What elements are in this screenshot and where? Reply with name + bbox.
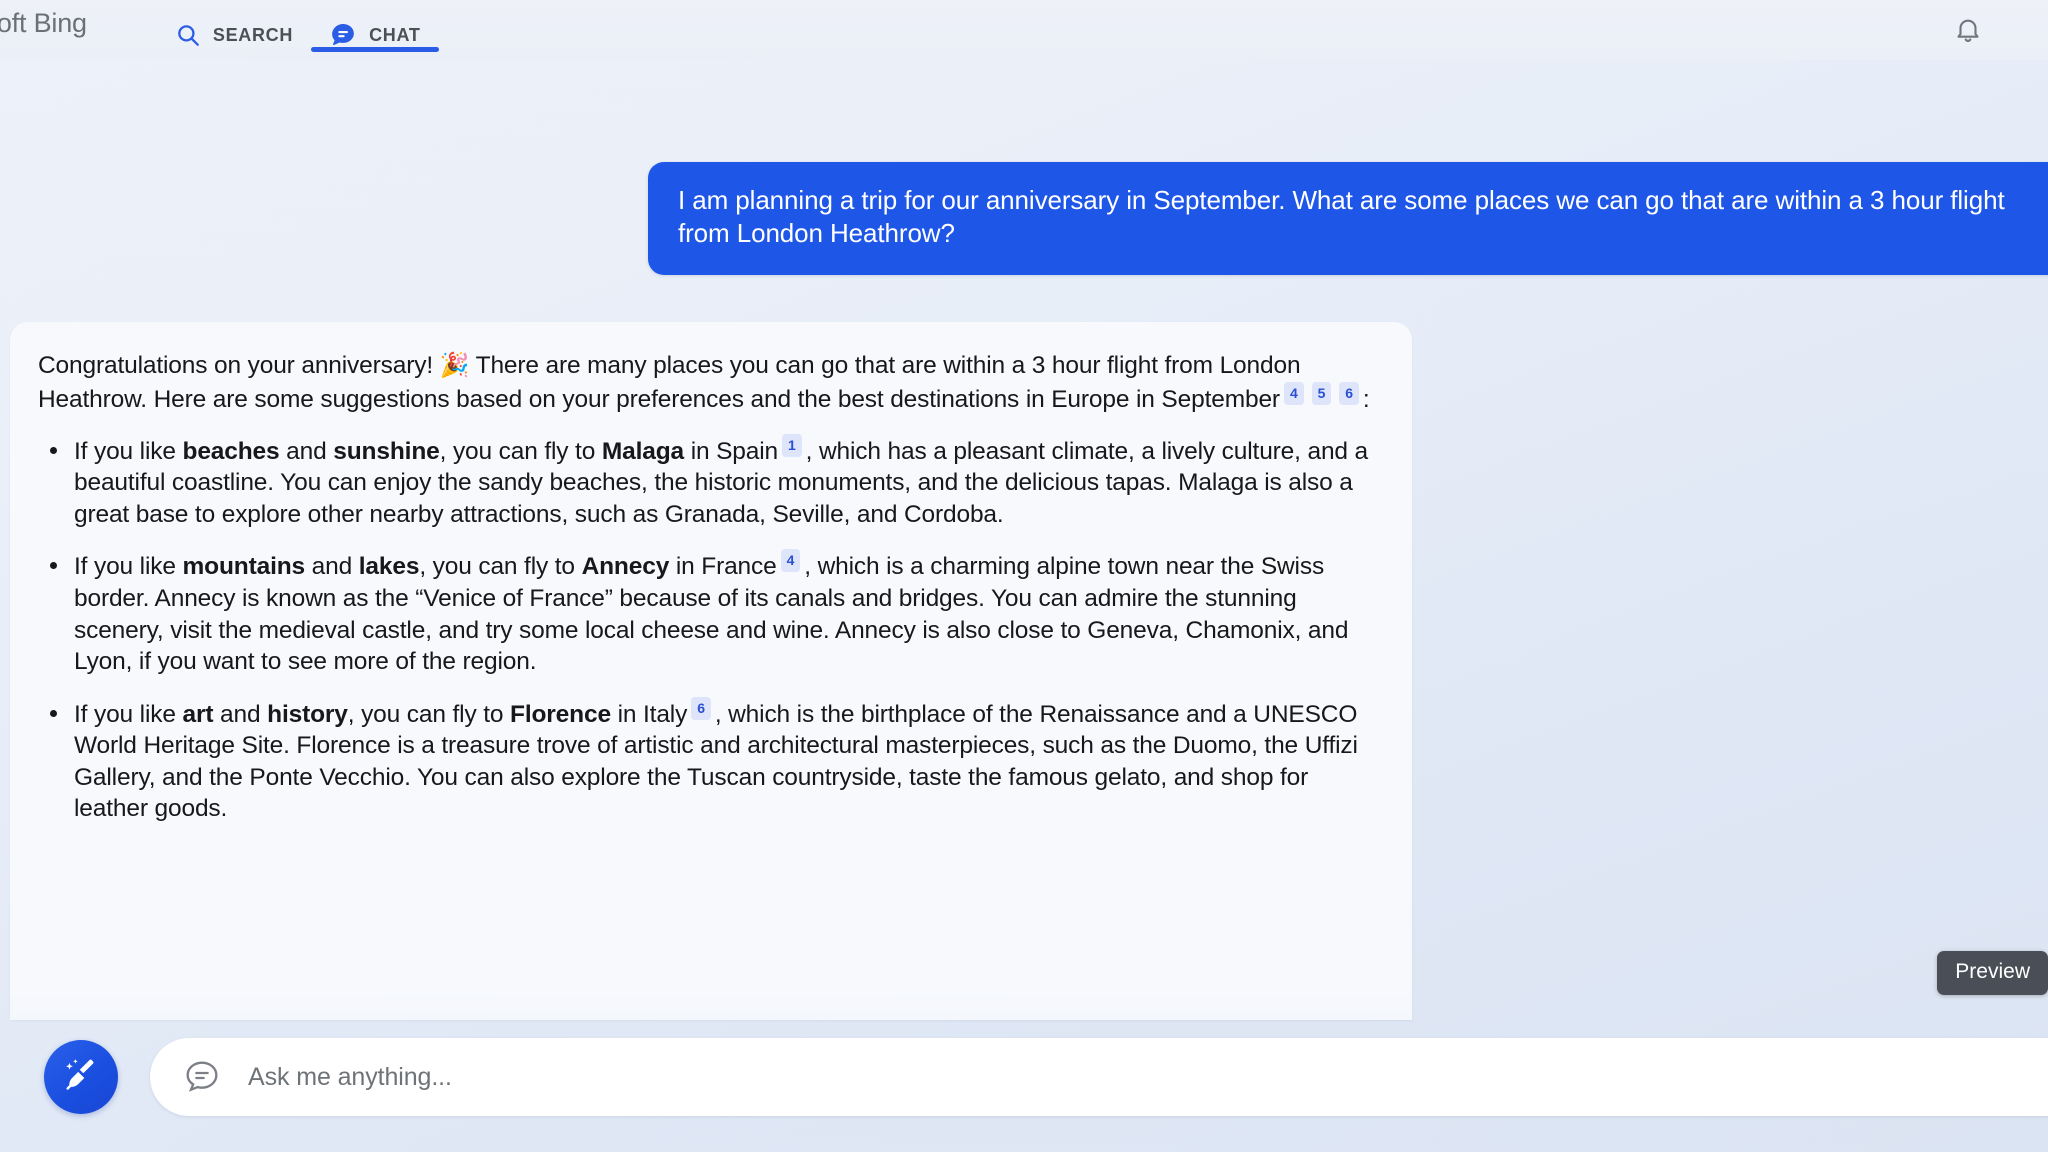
header-tabs: SEARCH CHAT (157, 0, 439, 60)
intro-trailing: : (1362, 385, 1370, 413)
bullet-mid-1: and (213, 700, 268, 728)
intro-part1: Congratulations on your anniversary! (38, 352, 433, 379)
assistant-message-bubble: Congratulations on your anniversary! 🎉 T… (10, 322, 1412, 1020)
bullet-bold-1: mountains (182, 553, 306, 581)
tab-active-underline (311, 47, 439, 52)
list-item: If you like beaches and sunshine, you ca… (38, 433, 1372, 531)
new-topic-sweep-button[interactable] (44, 1040, 118, 1114)
bullet-bold-3: Florence (510, 700, 611, 728)
broom-icon (60, 1054, 102, 1101)
notifications-button[interactable] (1948, 12, 1988, 52)
bullet-bold-1: beaches (182, 437, 280, 465)
chat-bubble-outline-icon (182, 1057, 222, 1097)
tab-chat-label: CHAT (369, 24, 421, 45)
bullet-bold-2: history (267, 700, 348, 728)
bullet-bold-3: Annecy (581, 553, 670, 581)
citation-badge[interactable]: 4 (780, 549, 801, 573)
citation-badge[interactable]: 1 (782, 433, 802, 457)
bullet-mid-2: , you can fly to (439, 437, 602, 465)
chat-input-field[interactable]: Ask me anything... (150, 1038, 2048, 1116)
bullet-bold-3: Malaga (601, 437, 685, 465)
bullet-lead: If you like (74, 553, 183, 581)
citation-badge[interactable]: 6 (1339, 381, 1359, 405)
content-fade-overlay (10, 956, 1412, 1020)
bullet-mid-1: and (305, 553, 359, 581)
citation-badge[interactable]: 6 (691, 696, 711, 720)
app-header: rosoft Bing SEARCH CHAT (0, 0, 2048, 60)
bell-icon (1953, 15, 1983, 50)
list-item: If you like mountains and lakes, you can… (38, 549, 1372, 677)
bullet-mid-2: , you can fly to (419, 553, 582, 581)
assistant-message-body: Congratulations on your anniversary! 🎉 T… (10, 322, 1412, 864)
composer-bar: Ask me anything... (0, 1020, 2048, 1152)
suggestion-list: If you like beaches and sunshine, you ca… (38, 433, 1372, 826)
bullet-lead: If you like (74, 437, 183, 465)
bullet-mid-3: in Spain (684, 437, 779, 465)
assistant-intro-paragraph: Congratulations on your anniversary! 🎉 T… (38, 350, 1372, 416)
bullet-mid-3: in France (669, 553, 777, 581)
user-message-bubble: I am planning a trip for our anniversary… (648, 162, 2048, 275)
list-item: If you like art and history, you can fly… (38, 696, 1372, 825)
bullet-bold-2: sunshine (333, 437, 440, 465)
citation-badge[interactable]: 4 (1283, 381, 1304, 405)
bullet-mid-2: , you can fly to (347, 700, 510, 728)
bullet-bold-1: art (182, 700, 214, 728)
tab-search-label: SEARCH (212, 24, 294, 45)
tab-search[interactable]: SEARCH (157, 0, 311, 60)
user-message-row: I am planning a trip for our anniversary… (648, 162, 2048, 275)
chat-input-placeholder: Ask me anything... (248, 1062, 452, 1091)
brand-logo-text: rosoft Bing (0, 8, 87, 38)
party-popper-icon: 🎉 (439, 352, 470, 379)
bullet-mid-3: in Italy (610, 700, 688, 728)
preview-tooltip: Preview (1937, 951, 2048, 995)
tab-chat[interactable]: CHAT (311, 0, 439, 60)
bullet-bold-2: lakes (358, 553, 420, 581)
bullet-mid-1: and (279, 437, 334, 465)
chat-bubble-icon (329, 21, 357, 49)
search-icon (175, 22, 201, 48)
bullet-lead: If you like (74, 700, 183, 728)
citation-badge[interactable]: 5 (1311, 381, 1332, 405)
